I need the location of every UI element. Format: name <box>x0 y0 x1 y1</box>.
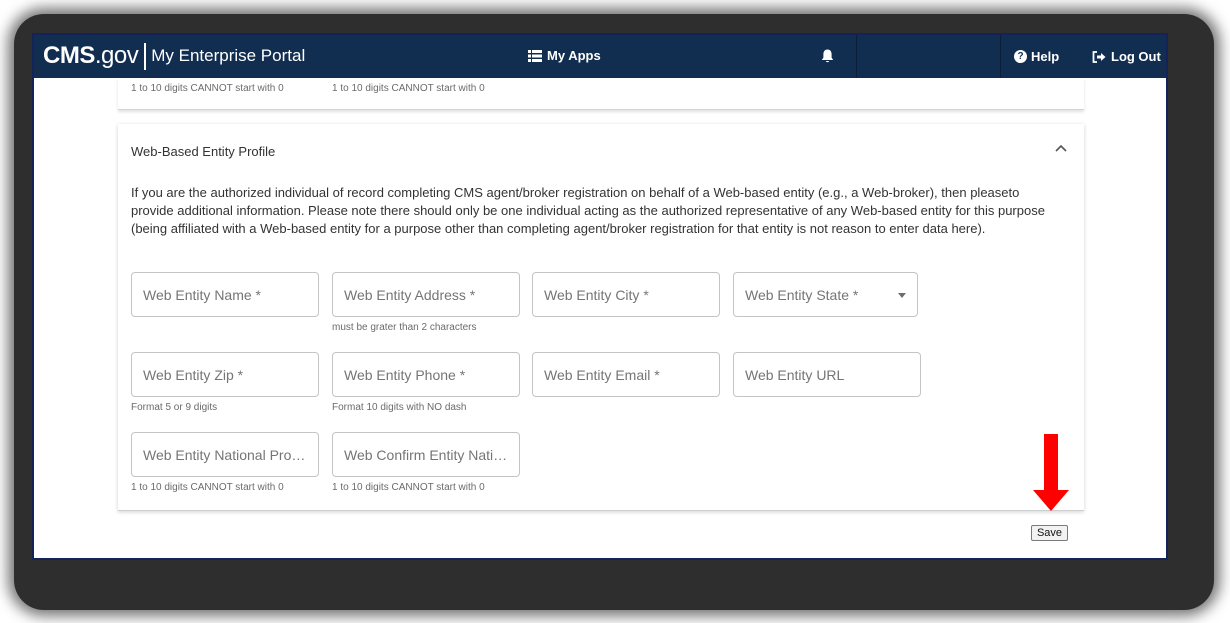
section-title[interactable]: Web-Based Entity Profile <box>131 144 275 159</box>
brand-cms: CMS <box>43 42 95 69</box>
section-description: If you are the authorized individual of … <box>131 185 1045 236</box>
field-placeholder: Web Entity Address * <box>344 287 476 303</box>
field-placeholder: Web Entity National Prod... <box>143 447 310 463</box>
sign-out-icon <box>1092 50 1106 63</box>
field-hint: 1 to 10 digits CANNOT start with 0 <box>332 482 485 493</box>
web-entity-zip-input[interactable]: Web Entity Zip * <box>131 352 319 397</box>
chevron-up-icon[interactable] <box>1055 144 1067 152</box>
save-button[interactable]: Save <box>1031 525 1068 541</box>
top-navigation-bar: CMS .gov My Enterprise Portal My Apps ? H… <box>34 35 1166 78</box>
field-hint: 1 to 10 digits CANNOT start with 0 <box>332 83 485 94</box>
field-hint: must be grater than 2 characters <box>332 322 477 333</box>
web-entity-npn-input[interactable]: Web Entity National Prod... <box>131 432 319 477</box>
red-arrow-down-icon <box>1033 434 1069 511</box>
field-placeholder: Web Confirm Entity Natio... <box>344 447 511 463</box>
field-placeholder: Web Entity Name * <box>143 287 262 303</box>
list-icon <box>528 49 542 62</box>
web-entity-url-input[interactable]: Web Entity URL <box>733 352 921 397</box>
web-entity-name-input[interactable]: Web Entity Name * <box>131 272 319 317</box>
field-placeholder: Web Entity Phone * <box>344 367 466 383</box>
portal-name: My Enterprise Portal <box>151 46 306 65</box>
help-label: Help <box>1031 49 1060 64</box>
nav-divider <box>856 35 857 78</box>
logout-button[interactable]: Log Out <box>1092 49 1161 64</box>
my-apps-button[interactable]: My Apps <box>528 48 601 63</box>
field-hint: 1 to 10 digits CANNOT start with 0 <box>131 482 284 493</box>
web-entity-state-select[interactable]: Web Entity State * <box>733 272 918 317</box>
question-circle-icon: ? <box>1014 50 1027 63</box>
brand-separator <box>144 42 147 70</box>
web-entity-profile-section: Web-Based Entity Profile If you are the … <box>118 124 1084 511</box>
field-placeholder: Web Entity Zip * <box>143 367 244 383</box>
nav-divider <box>1000 35 1001 78</box>
caret-down-icon <box>898 293 906 298</box>
web-entity-address-input[interactable]: Web Entity Address * <box>332 272 520 317</box>
previous-section-card: 1 to 10 digits CANNOT start with 0 1 to … <box>118 78 1084 110</box>
help-button[interactable]: ? Help <box>1014 49 1059 64</box>
bell-icon <box>821 49 834 63</box>
web-entity-city-input[interactable]: Web Entity City * <box>532 272 720 317</box>
brand-logo[interactable]: CMS .gov My Enterprise Portal <box>43 42 305 70</box>
field-hint: 1 to 10 digits CANNOT start with 0 <box>131 83 284 94</box>
field-placeholder: Web Entity Email * <box>544 367 660 383</box>
notifications-button[interactable] <box>821 49 834 69</box>
field-hint: Format 5 or 9 digits <box>131 402 218 413</box>
web-entity-email-input[interactable]: Web Entity Email * <box>532 352 720 397</box>
browser-window: CMS .gov My Enterprise Portal My Apps ? H… <box>32 33 1168 560</box>
field-placeholder: Web Entity City * <box>544 287 649 303</box>
field-hint: Format 10 digits with NO dash <box>332 402 467 413</box>
brand-gov: .gov <box>94 42 139 69</box>
field-placeholder: Web Entity URL <box>745 367 845 383</box>
logout-label: Log Out <box>1111 49 1161 64</box>
web-entity-phone-input[interactable]: Web Entity Phone * <box>332 352 520 397</box>
web-confirm-entity-npn-input[interactable]: Web Confirm Entity Natio... <box>332 432 520 477</box>
field-placeholder: Web Entity State * <box>745 287 859 303</box>
my-apps-label: My Apps <box>547 48 601 63</box>
